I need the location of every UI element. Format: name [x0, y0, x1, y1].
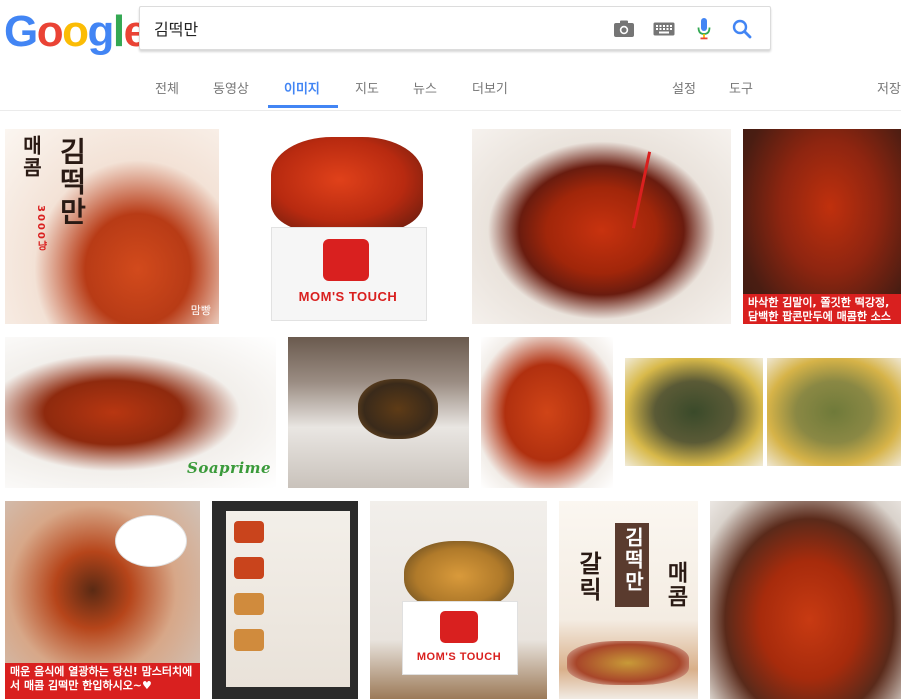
keyboard-icon[interactable]: [652, 17, 676, 41]
image-result[interactable]: [767, 358, 901, 466]
tab-all[interactable]: 전체: [155, 78, 179, 97]
tab-videos[interactable]: 동영상: [213, 78, 249, 97]
tab-maps[interactable]: 지도: [355, 78, 379, 97]
image-result[interactable]: 매콤 김떡만 3000냥 맘빵: [5, 129, 219, 324]
camera-icon[interactable]: [612, 17, 636, 41]
brand-text: MOM'S TOUCH: [298, 289, 398, 304]
tab-news[interactable]: 뉴스: [413, 78, 437, 97]
image-caption: 바삭한 김말이, 쫄깃한 떡강정, 담백한 팝콘만두에 매콤한 소스까: [743, 294, 901, 324]
tab-bar: 전체 동영상 이미지 지도 뉴스 더보기 설정 도구 저장: [0, 72, 901, 110]
logo-letter: o: [36, 7, 64, 56]
food-photo: [271, 137, 423, 232]
menu-item-photo: [234, 521, 264, 543]
food-photo: [710, 501, 901, 699]
google-logo[interactable]: Google: [4, 6, 148, 58]
tab-tools[interactable]: 도구: [729, 78, 753, 97]
food-photo: [625, 358, 763, 466]
brand-logo: [440, 611, 478, 643]
logo-letter: l: [112, 7, 125, 56]
image-result[interactable]: [710, 501, 901, 699]
image-result[interactable]: 갈릭 김떡만 매콤: [559, 501, 698, 699]
tab-saved[interactable]: 저장: [877, 78, 901, 97]
poster-text: 매콤: [663, 561, 688, 609]
poster-text: 갈릭: [574, 551, 602, 603]
image-caption: 매운 음식에 열광하는 당신! 맘스터치에서 매콤 김떡만 한입하시오~♥: [5, 663, 200, 699]
food-photo: [567, 641, 689, 685]
menu-item-photo: [234, 593, 264, 615]
image-result[interactable]: 바삭한 김말이, 쫄깃한 떡강정, 담백한 팝콘만두에 매콤한 소스까: [743, 129, 901, 324]
mic-icon[interactable]: [692, 17, 716, 41]
food-photo: [472, 129, 731, 324]
image-result[interactable]: MOM'S TOUCH: [263, 129, 433, 324]
brand-text: Soaprime: [187, 459, 272, 477]
image-result[interactable]: [472, 129, 731, 324]
image-result[interactable]: [625, 358, 763, 466]
food-item: [358, 379, 438, 439]
search-input[interactable]: [154, 15, 584, 41]
image-result[interactable]: MOM'S TOUCH: [370, 501, 547, 699]
food-photo: [767, 358, 901, 466]
speech-bubble: [115, 515, 187, 567]
menu-item-photo: [234, 629, 264, 651]
logo-letter: G: [4, 7, 38, 56]
active-tab-indicator: [268, 105, 338, 108]
search-box: [139, 6, 771, 50]
search-icon[interactable]: [730, 17, 754, 41]
watermark: 맘빵: [190, 304, 211, 317]
poster-title: 김떡만: [621, 527, 645, 593]
brand-logo: [323, 239, 369, 281]
menu-text: 매콤: [19, 135, 43, 179]
tab-more[interactable]: 더보기: [472, 78, 508, 97]
image-result[interactable]: [212, 501, 358, 699]
image-result[interactable]: 매운 음식에 열광하는 당신! 맘스터치에서 매콤 김떡만 한입하시오~♥: [5, 501, 200, 699]
header: Google 전체 동영상 이미지 지도 뉴스 더보기 설정 도구 저장: [0, 0, 901, 111]
food-photo: [481, 337, 613, 488]
logo-letter: g: [87, 7, 115, 56]
menu-item-photo: [234, 557, 264, 579]
brand-text: MOM'S TOUCH: [416, 651, 502, 663]
logo-letter: o: [62, 7, 89, 56]
tab-settings[interactable]: 설정: [672, 78, 696, 97]
image-result[interactable]: [481, 337, 613, 488]
image-result[interactable]: Soaprime: [5, 337, 276, 488]
tab-images[interactable]: 이미지: [284, 78, 320, 97]
menu-title: 김떡만: [55, 137, 88, 227]
image-result[interactable]: [288, 337, 469, 488]
price-text: 3000냥: [35, 205, 46, 253]
